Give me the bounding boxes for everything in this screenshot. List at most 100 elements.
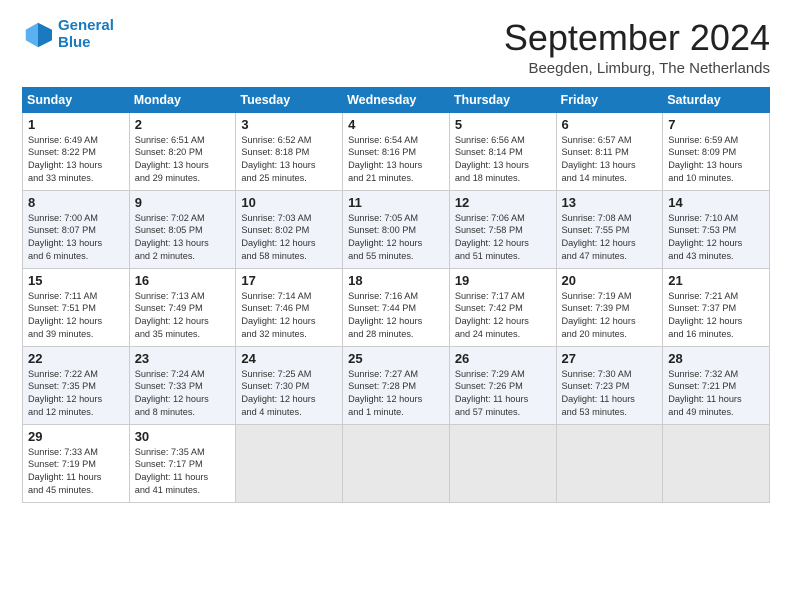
cell-text: Daylight: 12 hours (562, 315, 659, 328)
cell-text: Daylight: 13 hours (241, 159, 338, 172)
cell-text: Sunrise: 6:49 AM (28, 134, 125, 147)
table-row: 17Sunrise: 7:14 AMSunset: 7:46 PMDayligh… (236, 268, 343, 346)
cell-text: Sunrise: 7:30 AM (562, 368, 659, 381)
cell-text: Sunset: 8:18 PM (241, 146, 338, 159)
cell-text: Sunset: 8:16 PM (348, 146, 445, 159)
cell-text: Sunrise: 7:35 AM (135, 446, 232, 459)
day-number: 13 (562, 195, 659, 210)
table-row: 23Sunrise: 7:24 AMSunset: 7:33 PMDayligh… (129, 346, 236, 424)
cell-text: Sunset: 8:02 PM (241, 224, 338, 237)
cell-text: and 45 minutes. (28, 484, 125, 497)
table-row: 5Sunrise: 6:56 AMSunset: 8:14 PMDaylight… (449, 112, 556, 190)
day-number: 12 (455, 195, 552, 210)
day-number: 16 (135, 273, 232, 288)
table-row: 10Sunrise: 7:03 AMSunset: 8:02 PMDayligh… (236, 190, 343, 268)
cell-text: and 47 minutes. (562, 250, 659, 263)
cell-text: Sunset: 7:19 PM (28, 458, 125, 471)
logo-icon (22, 21, 54, 49)
cell-text: Daylight: 11 hours (135, 471, 232, 484)
col-wednesday: Wednesday (343, 87, 450, 112)
cell-text: Daylight: 12 hours (668, 315, 765, 328)
calendar-week-2: 8Sunrise: 7:00 AMSunset: 8:07 PMDaylight… (23, 190, 770, 268)
day-number: 27 (562, 351, 659, 366)
table-row: 7Sunrise: 6:59 AMSunset: 8:09 PMDaylight… (663, 112, 770, 190)
cell-text: and 4 minutes. (241, 406, 338, 419)
cell-text: Sunrise: 7:22 AM (28, 368, 125, 381)
cell-text: Daylight: 12 hours (348, 315, 445, 328)
cell-text: Sunrise: 7:03 AM (241, 212, 338, 225)
cell-text: and 14 minutes. (562, 172, 659, 185)
table-row: 14Sunrise: 7:10 AMSunset: 7:53 PMDayligh… (663, 190, 770, 268)
calendar-table: Sunday Monday Tuesday Wednesday Thursday… (22, 87, 770, 503)
cell-text: Daylight: 11 hours (455, 393, 552, 406)
cell-text: and 25 minutes. (241, 172, 338, 185)
table-row (449, 424, 556, 502)
cell-text: and 20 minutes. (562, 328, 659, 341)
calendar-header-row: Sunday Monday Tuesday Wednesday Thursday… (23, 87, 770, 112)
cell-text: and 33 minutes. (28, 172, 125, 185)
cell-text: Daylight: 12 hours (241, 393, 338, 406)
cell-text: and 24 minutes. (455, 328, 552, 341)
cell-text: Sunset: 7:30 PM (241, 380, 338, 393)
col-friday: Friday (556, 87, 663, 112)
cell-text: Daylight: 12 hours (348, 393, 445, 406)
cell-text: Daylight: 12 hours (455, 315, 552, 328)
cell-text: Sunset: 7:37 PM (668, 302, 765, 315)
cell-text: Sunset: 8:09 PM (668, 146, 765, 159)
day-number: 18 (348, 273, 445, 288)
cell-text: and 16 minutes. (668, 328, 765, 341)
table-row: 2Sunrise: 6:51 AMSunset: 8:20 PMDaylight… (129, 112, 236, 190)
table-row: 24Sunrise: 7:25 AMSunset: 7:30 PMDayligh… (236, 346, 343, 424)
cell-text: and 58 minutes. (241, 250, 338, 263)
cell-text: Sunrise: 7:02 AM (135, 212, 232, 225)
calendar-week-4: 22Sunrise: 7:22 AMSunset: 7:35 PMDayligh… (23, 346, 770, 424)
month-title: September 2024 (504, 18, 770, 58)
day-number: 6 (562, 117, 659, 132)
cell-text: Daylight: 12 hours (455, 237, 552, 250)
table-row: 3Sunrise: 6:52 AMSunset: 8:18 PMDaylight… (236, 112, 343, 190)
cell-text: and 29 minutes. (135, 172, 232, 185)
day-number: 14 (668, 195, 765, 210)
cell-text: Daylight: 12 hours (28, 315, 125, 328)
cell-text: Daylight: 13 hours (28, 159, 125, 172)
cell-text: Sunrise: 7:08 AM (562, 212, 659, 225)
cell-text: Sunrise: 7:10 AM (668, 212, 765, 225)
cell-text: and 21 minutes. (348, 172, 445, 185)
logo-line1: General (58, 18, 114, 35)
table-row: 30Sunrise: 7:35 AMSunset: 7:17 PMDayligh… (129, 424, 236, 502)
cell-text: Sunrise: 7:13 AM (135, 290, 232, 303)
cell-text: and 39 minutes. (28, 328, 125, 341)
cell-text: Sunrise: 7:19 AM (562, 290, 659, 303)
cell-text: and 2 minutes. (135, 250, 232, 263)
day-number: 26 (455, 351, 552, 366)
cell-text: and 8 minutes. (135, 406, 232, 419)
day-number: 9 (135, 195, 232, 210)
table-row: 25Sunrise: 7:27 AMSunset: 7:28 PMDayligh… (343, 346, 450, 424)
day-number: 21 (668, 273, 765, 288)
cell-text: Sunrise: 7:29 AM (455, 368, 552, 381)
day-number: 22 (28, 351, 125, 366)
cell-text: Sunset: 8:07 PM (28, 224, 125, 237)
table-row: 27Sunrise: 7:30 AMSunset: 7:23 PMDayligh… (556, 346, 663, 424)
cell-text: Daylight: 12 hours (668, 237, 765, 250)
table-row: 6Sunrise: 6:57 AMSunset: 8:11 PMDaylight… (556, 112, 663, 190)
col-sunday: Sunday (23, 87, 130, 112)
cell-text: Daylight: 11 hours (28, 471, 125, 484)
day-number: 29 (28, 429, 125, 444)
cell-text: Sunset: 7:55 PM (562, 224, 659, 237)
cell-text: and 57 minutes. (455, 406, 552, 419)
day-number: 7 (668, 117, 765, 132)
cell-text: Daylight: 12 hours (348, 237, 445, 250)
cell-text: Daylight: 12 hours (135, 393, 232, 406)
cell-text: Sunrise: 7:17 AM (455, 290, 552, 303)
table-row (663, 424, 770, 502)
title-block: September 2024 Beegden, Limburg, The Net… (504, 18, 770, 77)
cell-text: Sunset: 7:58 PM (455, 224, 552, 237)
cell-text: and 6 minutes. (28, 250, 125, 263)
table-row: 1Sunrise: 6:49 AMSunset: 8:22 PMDaylight… (23, 112, 130, 190)
table-row: 22Sunrise: 7:22 AMSunset: 7:35 PMDayligh… (23, 346, 130, 424)
cell-text: Sunset: 8:14 PM (455, 146, 552, 159)
cell-text: Daylight: 13 hours (135, 237, 232, 250)
day-number: 23 (135, 351, 232, 366)
day-number: 2 (135, 117, 232, 132)
